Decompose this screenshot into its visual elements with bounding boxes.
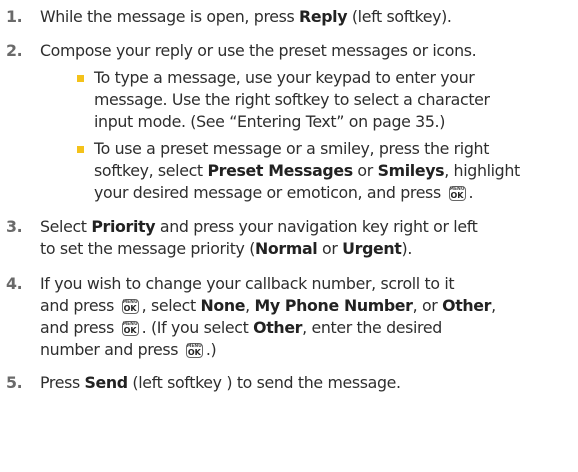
text-segment: ). xyxy=(401,239,413,258)
menu-ok-key-icon: MENU OK xyxy=(185,343,203,358)
text-segment: To use a preset message or a smiley, pre… xyxy=(94,139,490,158)
other-term: Other xyxy=(442,296,492,315)
text-segment: Compose your reply or use the preset mes… xyxy=(40,41,477,60)
text-segment: , enter the desired xyxy=(302,318,442,337)
step-text: While the message is open, press Reply (… xyxy=(40,6,576,28)
step-text: If you wish to change your callback numb… xyxy=(40,273,576,361)
bullet-text: To type a message, use your keypad to en… xyxy=(94,67,576,133)
square-bullet-icon xyxy=(77,75,84,82)
menu-ok-key-icon: MENU OK xyxy=(121,321,139,336)
text-segment: , xyxy=(491,296,496,315)
text-segment: , or xyxy=(412,296,443,315)
text-segment: and press your navigation key right or l… xyxy=(155,217,478,236)
text-segment: to set the message priority ( xyxy=(40,239,256,258)
text-segment: softkey, select xyxy=(94,161,208,180)
smileys-term: Smileys xyxy=(377,161,445,180)
normal-term: Normal xyxy=(255,239,318,258)
text-segment: While the message is open, press xyxy=(40,7,300,26)
step-number: 4. xyxy=(6,274,23,293)
text-segment: (left softkey ) to send the message. xyxy=(127,373,401,392)
preset-messages-term: Preset Messages xyxy=(207,161,353,180)
priority-term: Priority xyxy=(91,217,156,236)
urgent-term: Urgent xyxy=(342,239,402,258)
step-text: Compose your reply or use the preset mes… xyxy=(40,40,576,62)
text-segment: input mode. (See “Entering Text” on page… xyxy=(94,112,446,131)
send-term: Send xyxy=(84,373,129,392)
text-segment: or xyxy=(352,161,378,180)
text-segment: , highlight xyxy=(444,161,520,180)
text-segment: Select xyxy=(40,217,92,236)
text-segment: Press xyxy=(40,373,85,392)
text-segment: . (If you select xyxy=(141,318,254,337)
text-segment: number and press xyxy=(40,340,183,359)
text-segment: message. Use the right softkey to select… xyxy=(94,90,490,109)
text-segment: or xyxy=(317,239,343,258)
text-segment: . xyxy=(468,183,474,202)
instruction-page: 1. While the message is open, press Repl… xyxy=(0,0,578,472)
text-segment: your desired message or emoticon, and pr… xyxy=(94,183,446,202)
step-number: 5. xyxy=(6,373,23,392)
text-segment: .) xyxy=(205,340,217,359)
text-segment: , select xyxy=(141,296,201,315)
text-segment: To type a message, use your keypad to en… xyxy=(94,68,475,87)
step-number: 3. xyxy=(6,217,23,236)
bullet-text: To use a preset message or a smiley, pre… xyxy=(94,138,576,204)
text-segment: and press xyxy=(40,296,119,315)
reply-term: Reply xyxy=(299,7,348,26)
menu-ok-key-icon: MENU OK xyxy=(121,299,139,314)
menu-ok-key-icon: MENU OK xyxy=(448,186,466,201)
step-number: 1. xyxy=(6,7,23,26)
text-segment: and press xyxy=(40,318,119,337)
text-segment: (left softkey). xyxy=(347,7,452,26)
step-text: Select Priority and press your navigatio… xyxy=(40,216,576,260)
square-bullet-icon xyxy=(77,146,84,153)
none-term: None xyxy=(200,296,246,315)
text-segment: If you wish to change your callback numb… xyxy=(40,274,455,293)
other-term: Other xyxy=(253,318,303,337)
my-phone-number-term: My Phone Number xyxy=(254,296,413,315)
step-text: Press Send (left softkey ) to send the m… xyxy=(40,372,576,394)
step-number: 2. xyxy=(6,41,23,60)
